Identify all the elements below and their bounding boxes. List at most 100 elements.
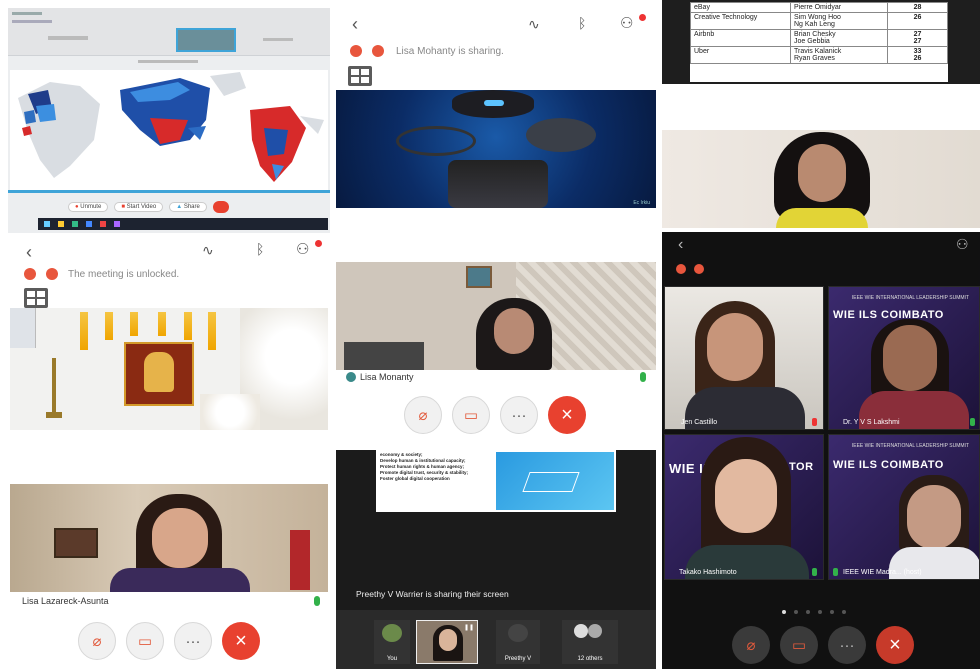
- event-banner: IEEE WIE INTERNATIONAL LEADERSHIP SUMMIT: [851, 295, 969, 301]
- more-icon: ···: [185, 632, 201, 650]
- page-dot[interactable]: [806, 610, 810, 614]
- participants-icon[interactable]: ⚇: [620, 14, 633, 32]
- video-tile[interactable]: IEEE WIE INTERNATIONAL LEADERSHIP SUMMIT…: [828, 434, 980, 580]
- shared-slide: economy & society; Develop human & insti…: [376, 450, 616, 512]
- mute-button[interactable]: ⌀: [732, 626, 770, 664]
- taskbar-app-icon[interactable]: [114, 221, 120, 227]
- close-icon: ×: [561, 403, 573, 426]
- page-dot[interactable]: [830, 610, 834, 614]
- unmute-button[interactable]: ● Unmute: [68, 202, 109, 212]
- page-dot[interactable]: [782, 610, 786, 614]
- end-call-button[interactable]: ×: [548, 396, 586, 434]
- back-icon[interactable]: ‹: [26, 242, 32, 263]
- world-map: [10, 70, 328, 190]
- more-button[interactable]: ···: [500, 396, 538, 434]
- leave-button[interactable]: [212, 201, 229, 213]
- taskbar: [38, 218, 328, 230]
- sharing-status: Lisa Mohanty is sharing.: [396, 46, 504, 57]
- event-title: WIE ILS COIMBATO: [833, 309, 944, 321]
- mute-button[interactable]: ⌀: [404, 396, 442, 434]
- more-button[interactable]: ···: [174, 622, 212, 660]
- video-button[interactable]: ▭: [126, 622, 164, 660]
- participant-thumbnails: You ❚❚ Preethy V 12 others: [336, 610, 656, 669]
- active-video-thumb[interactable]: [176, 28, 236, 52]
- close-icon: ×: [235, 629, 247, 652]
- sharer-avatar-icon: [346, 372, 356, 382]
- more-icon: ···: [839, 636, 855, 654]
- end-call-button[interactable]: ×: [876, 626, 914, 664]
- page-indicator: [782, 610, 846, 614]
- page-dot[interactable]: [794, 610, 798, 614]
- tile-name: Takako Hashimoto: [679, 569, 737, 576]
- event-banner: IEEE WIE INTERNATIONAL LEADERSHIP SUMMIT: [851, 443, 969, 449]
- share-status-text: Preethy V Warrier is sharing their scree…: [356, 589, 509, 599]
- panel-gallery-view: ‹ ⚇ Jen Castillo IEEE WIE INTERNATIONAL …: [662, 232, 980, 669]
- audio-route-icon[interactable]: ∿: [528, 16, 540, 33]
- shared-content-image: [10, 308, 328, 430]
- close-icon: ×: [889, 633, 901, 656]
- page-dot[interactable]: [842, 610, 846, 614]
- taskbar-app-icon[interactable]: [72, 221, 78, 227]
- bluetooth-icon[interactable]: ᛒ: [256, 241, 264, 257]
- video-tile[interactable]: WIE ILS TOR Takako Hashimoto: [664, 434, 824, 580]
- thumb-you[interactable]: You: [374, 620, 410, 664]
- notification-dot: [315, 240, 322, 247]
- table-row: Creative Technology Sim Wong Hoo Ng Kah L…: [690, 12, 948, 30]
- panel-mobile-sharing: ‹ ∿ ᛒ ⚇ Lisa Mohanty is sharing. Ec Irki…: [336, 8, 656, 438]
- table-row: Uber Travis Kalanick Ryan Graves 33 26: [690, 46, 948, 64]
- windows-icon[interactable]: [44, 221, 50, 227]
- event-title-suffix: TOR: [789, 461, 814, 473]
- bluetooth-icon[interactable]: ᛒ: [578, 15, 586, 31]
- end-call-button[interactable]: ×: [222, 622, 260, 660]
- mic-active-icon: [833, 568, 838, 576]
- thumb-others[interactable]: 12 others: [562, 620, 618, 664]
- share-icon: ▲: [176, 204, 183, 210]
- layout-grid-button[interactable]: [348, 66, 372, 86]
- more-icon: ···: [511, 406, 527, 424]
- mic-off-icon: ⌀: [746, 637, 756, 654]
- start-video-button[interactable]: ■ Start Video: [114, 202, 164, 212]
- video-tile[interactable]: Jen Castillo: [664, 286, 824, 430]
- taskbar-app-icon[interactable]: [100, 221, 106, 227]
- shared-screen: Ec Irkiu: [336, 90, 656, 208]
- recording-indicators: [24, 268, 58, 280]
- panel-founders-table: eBay Pierre Omidyar 28 Creative Technolo…: [662, 0, 980, 84]
- mic-off-icon: ⌀: [418, 407, 428, 424]
- participant-name: Lisa Lazareck-Asunta: [22, 596, 109, 606]
- mic-active-icon: [970, 418, 975, 426]
- video-button[interactable]: ▭: [452, 396, 490, 434]
- panel-desktop-map: ● Unmute ■ Start Video ▲ Share: [8, 8, 330, 233]
- table-row: Airbnb Brian Chesky Joe Gebbia 27 27: [690, 29, 948, 47]
- mute-button[interactable]: ⌀: [78, 622, 116, 660]
- thumb-preethy[interactable]: Preethy V: [496, 620, 540, 664]
- founders-table: eBay Pierre Omidyar 28 Creative Technolo…: [690, 2, 948, 64]
- audio-route-icon[interactable]: ∿: [202, 242, 214, 259]
- back-icon[interactable]: ‹: [678, 236, 683, 254]
- mic-off-icon: ⌀: [92, 633, 102, 650]
- layout-grid-button[interactable]: [24, 288, 48, 308]
- panel-screen-share-dark: economy & society; Develop human & insti…: [336, 450, 656, 669]
- mic-muted-icon: [812, 418, 817, 426]
- table-row: eBay Pierre Omidyar 28: [690, 2, 948, 13]
- video-button[interactable]: ▭: [780, 626, 818, 664]
- taskbar-app-icon[interactable]: [86, 221, 92, 227]
- thumb-active-speaker[interactable]: ❚❚: [416, 620, 478, 664]
- meeting-status: The meeting is unlocked.: [68, 269, 180, 280]
- slide-watermark: Ec Irkiu: [633, 200, 650, 206]
- more-button[interactable]: ···: [828, 626, 866, 664]
- mic-active-icon: [314, 596, 320, 606]
- mic-icon: ●: [75, 204, 79, 210]
- tile-name: Jen Castillo: [681, 419, 718, 426]
- camera-off-icon: ▭: [791, 637, 807, 654]
- camera-off-icon: ▭: [137, 633, 153, 650]
- recording-indicators: [676, 264, 704, 274]
- video-tile[interactable]: IEEE WIE INTERNATIONAL LEADERSHIP SUMMIT…: [828, 286, 980, 430]
- sharer-video: [336, 262, 656, 370]
- back-icon[interactable]: ‹: [352, 14, 358, 35]
- page-dot[interactable]: [818, 610, 822, 614]
- recording-indicators: [350, 45, 384, 57]
- participants-icon[interactable]: ⚇: [296, 240, 309, 258]
- participants-icon[interactable]: ⚇: [956, 236, 969, 253]
- share-button[interactable]: ▲ Share: [169, 202, 207, 212]
- taskbar-app-icon[interactable]: [58, 221, 64, 227]
